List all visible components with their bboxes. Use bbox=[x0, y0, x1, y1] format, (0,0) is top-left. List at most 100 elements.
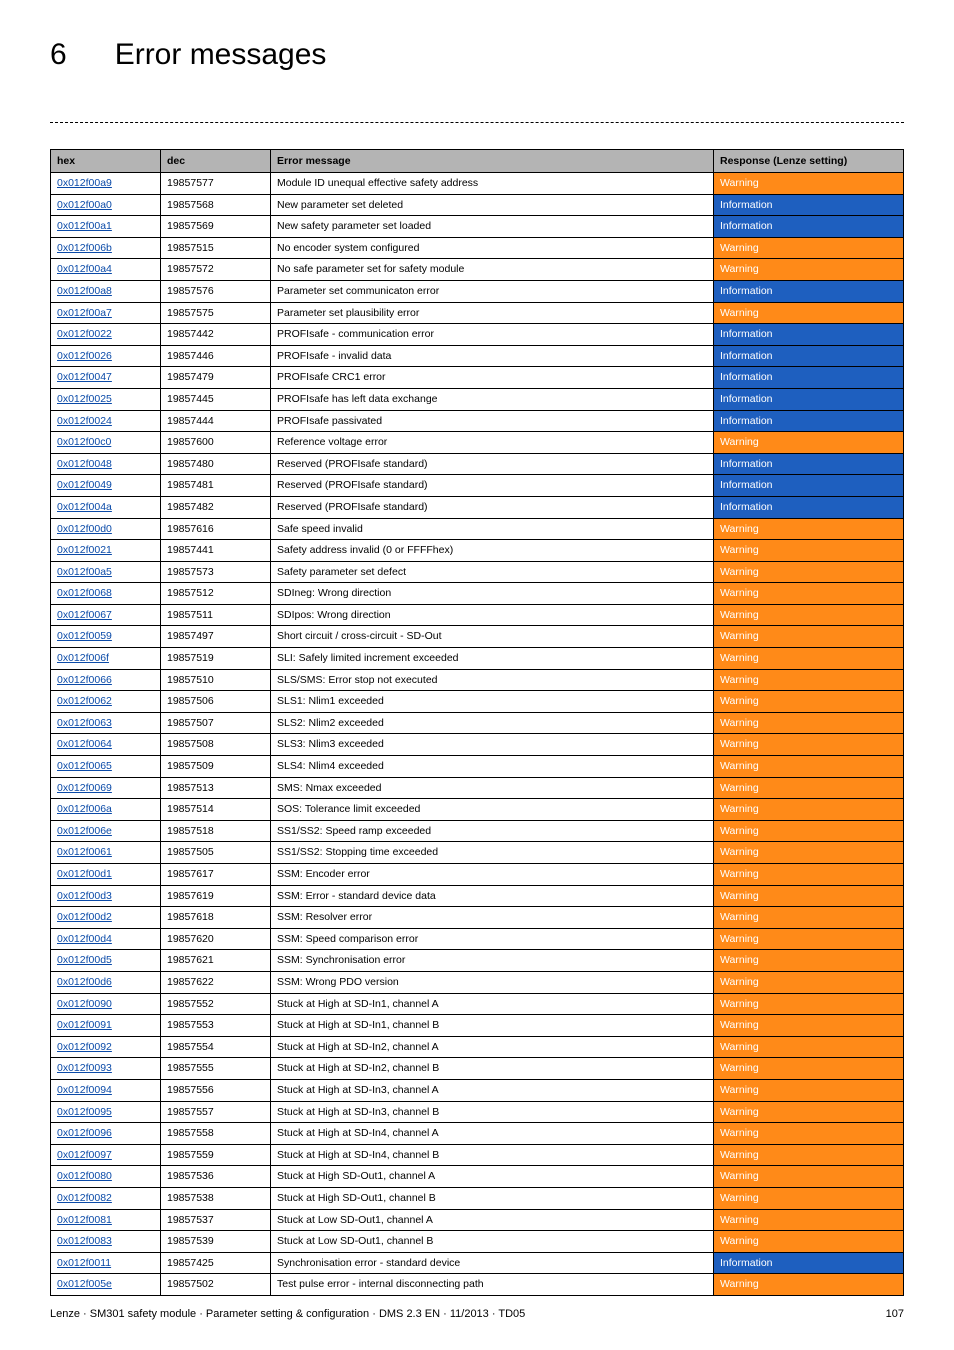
hex-cell: 0x012f00a7 bbox=[51, 302, 161, 324]
hex-cell: 0x012f0090 bbox=[51, 993, 161, 1015]
hex-cell: 0x012f0021 bbox=[51, 540, 161, 562]
msg-cell: Safe speed invalid bbox=[271, 518, 714, 540]
msg-cell: SSM: Resolver error bbox=[271, 907, 714, 929]
dec-cell: 19857497 bbox=[161, 626, 271, 648]
hex-link[interactable]: 0x012f0069 bbox=[57, 782, 112, 794]
hex-link[interactable]: 0x012f00a4 bbox=[57, 263, 112, 275]
hex-link[interactable]: 0x012f00a9 bbox=[57, 177, 112, 189]
hex-link[interactable]: 0x012f00d6 bbox=[57, 976, 112, 988]
hex-link[interactable]: 0x012f00a1 bbox=[57, 220, 112, 232]
hex-link[interactable]: 0x012f0068 bbox=[57, 587, 112, 599]
hex-link[interactable]: 0x012f00a5 bbox=[57, 566, 112, 578]
table-row: 0x012f004819857480Reserved (PROFIsafe st… bbox=[51, 453, 904, 475]
response-cell: Warning bbox=[714, 669, 904, 691]
table-row: 0x012f00a119857569New safety parameter s… bbox=[51, 216, 904, 238]
hex-link[interactable]: 0x012f0095 bbox=[57, 1106, 112, 1118]
msg-cell: SSM: Encoder error bbox=[271, 864, 714, 886]
hex-link[interactable]: 0x012f0093 bbox=[57, 1062, 112, 1074]
hex-link[interactable]: 0x012f0096 bbox=[57, 1127, 112, 1139]
hex-link[interactable]: 0x012f00d0 bbox=[57, 523, 112, 535]
hex-link[interactable]: 0x012f00d4 bbox=[57, 933, 112, 945]
hex-link[interactable]: 0x012f006a bbox=[57, 803, 112, 815]
msg-cell: Stuck at High at SD-In3, channel B bbox=[271, 1101, 714, 1123]
hex-link[interactable]: 0x012f00d2 bbox=[57, 911, 112, 923]
dec-cell: 19857536 bbox=[161, 1166, 271, 1188]
msg-cell: Reserved (PROFIsafe standard) bbox=[271, 453, 714, 475]
hex-link[interactable]: 0x012f0025 bbox=[57, 393, 112, 405]
hex-link[interactable]: 0x012f00a7 bbox=[57, 307, 112, 319]
table-row: 0x012f00a819857576Parameter set communic… bbox=[51, 280, 904, 302]
hex-link[interactable]: 0x012f00c0 bbox=[57, 436, 111, 448]
hex-cell: 0x012f0047 bbox=[51, 367, 161, 389]
hex-link[interactable]: 0x012f0062 bbox=[57, 695, 112, 707]
dec-cell: 19857619 bbox=[161, 885, 271, 907]
msg-cell: SSM: Error - standard device data bbox=[271, 885, 714, 907]
table-header-row: hex dec Error message Response (Lenze se… bbox=[51, 150, 904, 173]
dec-cell: 19857507 bbox=[161, 712, 271, 734]
table-row: 0x012f009619857558Stuck at High at SD-In… bbox=[51, 1123, 904, 1145]
hex-link[interactable]: 0x012f0047 bbox=[57, 371, 112, 383]
table-row: 0x012f002619857446PROFIsafe - invalid da… bbox=[51, 345, 904, 367]
response-cell: Warning bbox=[714, 1101, 904, 1123]
hex-link[interactable]: 0x012f0026 bbox=[57, 350, 112, 362]
hex-link[interactable]: 0x012f00d5 bbox=[57, 954, 112, 966]
dec-cell: 19857441 bbox=[161, 540, 271, 562]
hex-link[interactable]: 0x012f0081 bbox=[57, 1214, 112, 1226]
hex-link[interactable]: 0x012f0094 bbox=[57, 1084, 112, 1096]
hex-link[interactable]: 0x012f006f bbox=[57, 652, 109, 664]
hex-link[interactable]: 0x012f0022 bbox=[57, 328, 112, 340]
hex-link[interactable]: 0x012f0097 bbox=[57, 1149, 112, 1161]
msg-cell: PROFIsafe - invalid data bbox=[271, 345, 714, 367]
dec-cell: 19857479 bbox=[161, 367, 271, 389]
hex-link[interactable]: 0x012f0059 bbox=[57, 630, 112, 642]
msg-cell: SSM: Speed comparison error bbox=[271, 928, 714, 950]
response-cell: Warning bbox=[714, 1036, 904, 1058]
hex-cell: 0x012f00d4 bbox=[51, 928, 161, 950]
hex-link[interactable]: 0x012f0090 bbox=[57, 998, 112, 1010]
hex-link[interactable]: 0x012f0049 bbox=[57, 479, 112, 491]
hex-link[interactable]: 0x012f006e bbox=[57, 825, 112, 837]
hex-cell: 0x012f0092 bbox=[51, 1036, 161, 1058]
hex-cell: 0x012f0025 bbox=[51, 388, 161, 410]
dec-cell: 19857442 bbox=[161, 324, 271, 346]
hex-cell: 0x012f0049 bbox=[51, 475, 161, 497]
hex-link[interactable]: 0x012f0082 bbox=[57, 1192, 112, 1204]
dec-cell: 19857519 bbox=[161, 648, 271, 670]
hex-link[interactable]: 0x012f0091 bbox=[57, 1019, 112, 1031]
table-row: 0x012f008119857537Stuck at Low SD-Out1, … bbox=[51, 1209, 904, 1231]
hex-link[interactable]: 0x012f0021 bbox=[57, 544, 112, 556]
hex-cell: 0x012f00a1 bbox=[51, 216, 161, 238]
hex-cell: 0x012f0064 bbox=[51, 734, 161, 756]
table-row: 0x012f00d3 19857619SSM: Error - standard … bbox=[51, 885, 904, 907]
hex-cell: 0x012f005e bbox=[51, 1274, 161, 1296]
hex-link[interactable]: 0x012f006b bbox=[57, 242, 112, 254]
hex-link[interactable]: 0x012f0064 bbox=[57, 738, 112, 750]
hex-link[interactable]: 0x012f0092 bbox=[57, 1041, 112, 1053]
dec-cell: 19857576 bbox=[161, 280, 271, 302]
hex-link[interactable]: 0x012f00d3 bbox=[57, 890, 112, 902]
hex-link[interactable]: 0x012f0024 bbox=[57, 415, 112, 427]
hex-link[interactable]: 0x012f0080 bbox=[57, 1170, 112, 1182]
hex-link[interactable]: 0x012f0067 bbox=[57, 609, 112, 621]
dashed-divider bbox=[50, 122, 904, 123]
hex-link[interactable]: 0x012f0065 bbox=[57, 760, 112, 772]
hex-link[interactable]: 0x012f00a8 bbox=[57, 285, 112, 297]
hex-link[interactable]: 0x012f004a bbox=[57, 501, 112, 513]
dec-cell: 19857425 bbox=[161, 1252, 271, 1274]
hex-link[interactable]: 0x012f0066 bbox=[57, 674, 112, 686]
table-row: 0x012f006f19857519SLI: Safely limited in… bbox=[51, 648, 904, 670]
table-row: 0x012f009719857559Stuck at High at SD-In… bbox=[51, 1144, 904, 1166]
response-cell: Information bbox=[714, 453, 904, 475]
msg-cell: Stuck at High at SD-In1, channel A bbox=[271, 993, 714, 1015]
hex-link[interactable]: 0x012f0048 bbox=[57, 458, 112, 470]
hex-link[interactable]: 0x012f005e bbox=[57, 1278, 112, 1290]
dec-cell: 19857510 bbox=[161, 669, 271, 691]
hex-cell: 0x012f0066 bbox=[51, 669, 161, 691]
hex-link[interactable]: 0x012f0011 bbox=[57, 1257, 111, 1269]
msg-cell: Stuck at High at SD-In4, channel B bbox=[271, 1144, 714, 1166]
hex-link[interactable]: 0x012f0061 bbox=[57, 846, 112, 858]
hex-link[interactable]: 0x012f0063 bbox=[57, 717, 112, 729]
hex-link[interactable]: 0x012f0083 bbox=[57, 1235, 112, 1247]
hex-link[interactable]: 0x012f00a0 bbox=[57, 199, 112, 211]
hex-link[interactable]: 0x012f00d1 bbox=[57, 868, 112, 880]
